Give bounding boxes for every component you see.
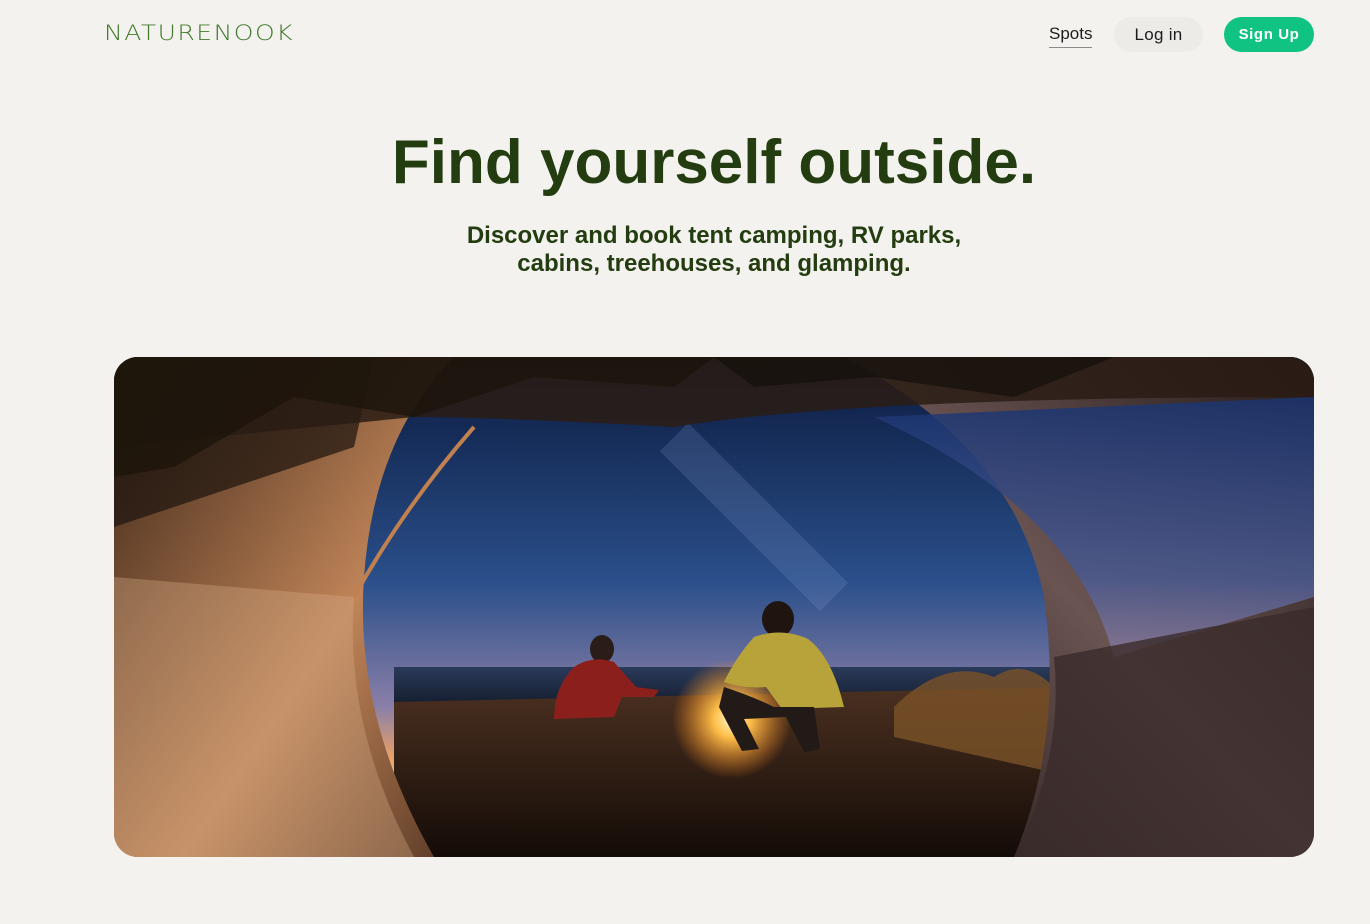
hero-title: Find yourself outside. [391,128,1037,197]
nav-spots-link[interactable]: Spots [1049,24,1093,48]
login-button[interactable]: Log in [1114,17,1203,52]
hero-subtitle: Discover and book tent camping, RV parks… [466,222,962,277]
hero-image [114,357,1314,857]
signup-button[interactable]: Sign Up [1224,17,1314,52]
logo[interactable]: NATURENOOK [104,22,294,44]
